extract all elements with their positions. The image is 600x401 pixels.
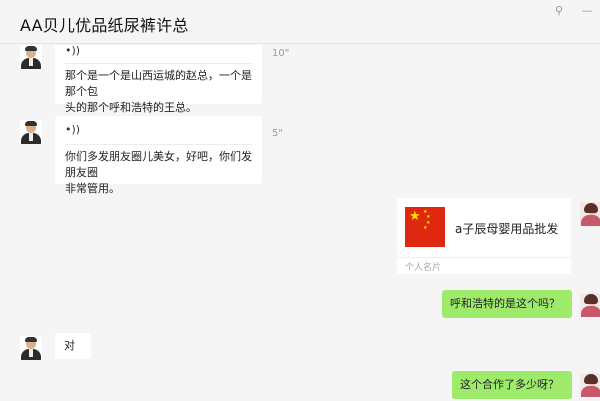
text-message[interactable]: 对	[55, 333, 91, 359]
divider	[65, 63, 252, 64]
message-text: 对	[64, 339, 75, 352]
voice-message[interactable]: •)) 你们多发朋友圈儿美女，好吧，你们发朋友圈 非常管用。	[55, 116, 262, 195]
voice-duration: 10"	[272, 48, 290, 59]
minimize-icon[interactable]: —	[580, 4, 594, 18]
voice-duration: 5"	[272, 128, 283, 139]
contact-avatar[interactable]	[20, 120, 42, 144]
voice-transcript: 那个是一个是山西运城的赵总，一个是那个包 头的那个呼和浩特的王总。	[65, 69, 252, 114]
voice-message[interactable]: •)) 那个是一个是山西运城的赵总，一个是那个包 头的那个呼和浩特的王总。	[55, 45, 262, 114]
contact-avatar[interactable]	[20, 336, 42, 360]
voice-icon: •))	[65, 123, 81, 136]
pin-icon[interactable]: ⚲	[552, 4, 566, 18]
text-message[interactable]: 这个合作了多少呀？	[452, 371, 572, 399]
voice-icon: •))	[65, 45, 81, 57]
china-flag-icon: ★ ★ ★ ★ ★	[405, 207, 445, 247]
voice-transcript: 你们多发朋友圈儿美女，好吧，你们发朋友圈 非常管用。	[65, 150, 252, 195]
chat-area[interactable]: •)) 那个是一个是山西运城的赵总，一个是那个包 头的那个呼和浩特的王总。 10…	[0, 45, 600, 401]
text-message[interactable]: 呼和浩特的是这个吗？	[442, 290, 572, 318]
message-text: 这个合作了多少呀？	[460, 378, 559, 391]
card-contact-name: a子辰母婴用品批发	[455, 222, 559, 236]
divider	[65, 144, 252, 145]
contact-card-message[interactable]: ★ ★ ★ ★ ★ a子辰母婴用品批发 个人名片	[397, 198, 571, 274]
title-bar: AA贝儿优品纸尿裤许总 ⚲ —	[0, 0, 600, 44]
divider	[397, 257, 571, 258]
self-avatar[interactable]	[580, 373, 600, 397]
message-text: 呼和浩特的是这个吗？	[450, 297, 560, 310]
chat-title: AA贝儿优品纸尿裤许总	[20, 16, 189, 35]
window-controls: ⚲ —	[552, 4, 594, 18]
self-avatar[interactable]	[580, 202, 600, 226]
self-avatar[interactable]	[580, 293, 600, 317]
card-type-label: 个人名片	[405, 263, 442, 273]
contact-avatar[interactable]	[20, 45, 42, 69]
